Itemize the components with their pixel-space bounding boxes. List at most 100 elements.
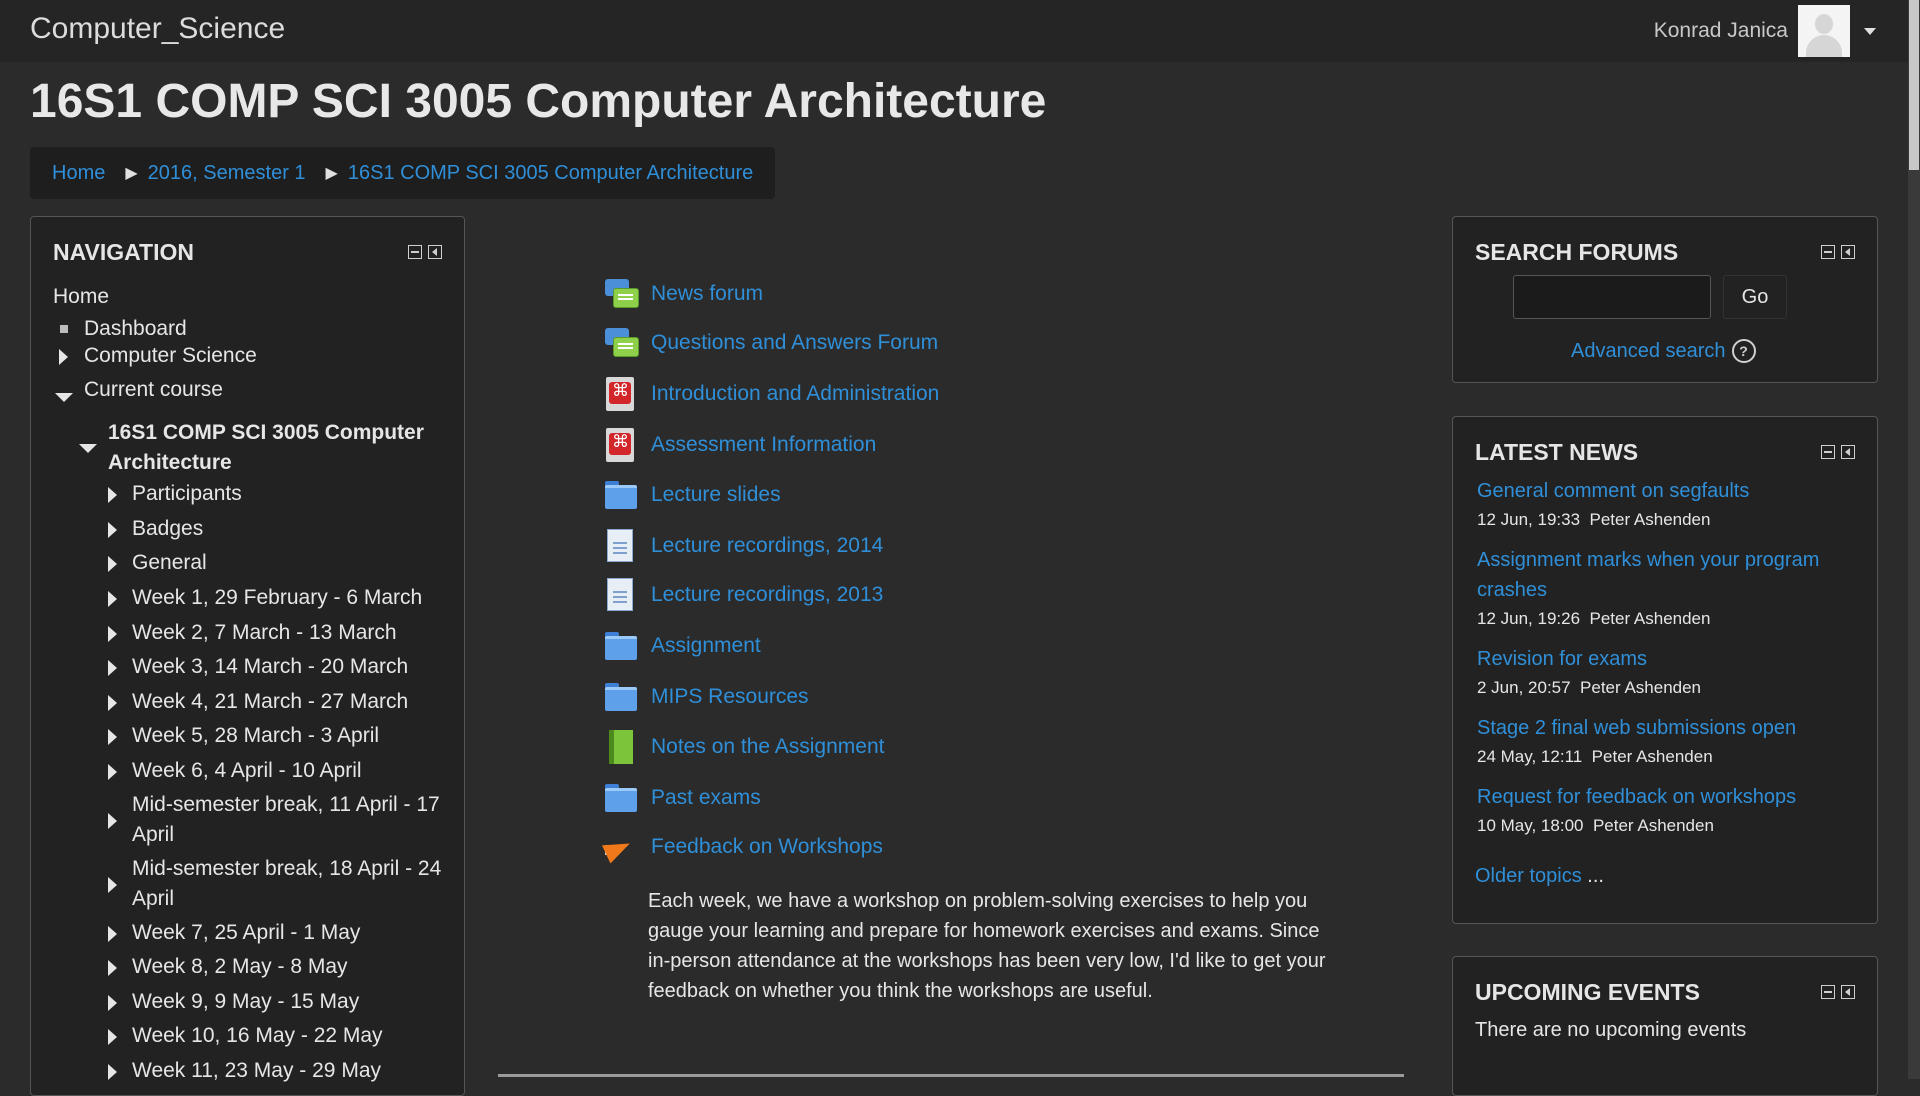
page-title: 16S1 COMP SCI 3005 Computer Architecture (30, 75, 1047, 128)
nav-item-computer-science[interactable]: Computer Science (84, 341, 257, 371)
nav-item-badges[interactable]: Badges (132, 514, 203, 544)
user-name[interactable]: Konrad Janica (1654, 19, 1788, 43)
minimize-icon[interactable] (408, 245, 422, 259)
expand-arrow-icon[interactable] (108, 960, 117, 976)
nav-item-break[interactable]: Mid-semester break, 11 April - 17 April (132, 790, 452, 850)
help-icon[interactable]: ? (1731, 339, 1756, 363)
expand-arrow-icon[interactable] (59, 349, 68, 365)
activity-link[interactable]: Lecture recordings, 2013 (651, 583, 883, 607)
page-scrollbar[interactable] (1908, 0, 1920, 1079)
avatar-body-shape (1806, 35, 1842, 57)
chevron-down-icon[interactable] (1864, 27, 1876, 35)
expand-arrow-icon[interactable] (108, 995, 117, 1011)
minimize-icon[interactable] (1821, 985, 1835, 999)
activity-link[interactable]: Questions and Answers Forum (651, 331, 938, 355)
activity-link[interactable]: Assignment (651, 634, 761, 658)
activity-news-forum[interactable]: News forum (603, 274, 763, 314)
news-title-link[interactable]: Assignment marks when your program crash… (1477, 549, 1819, 601)
expand-arrow-icon[interactable] (108, 522, 117, 538)
breadcrumb-course[interactable]: 16S1 COMP SCI 3005 Computer Architecture (348, 162, 753, 185)
activity-mips-resources[interactable]: MIPS Resources (603, 677, 809, 717)
dock-icon[interactable] (1841, 445, 1855, 459)
activity-link[interactable]: Assessment Information (651, 433, 876, 457)
nav-item-dashboard[interactable]: Dashboard (84, 314, 187, 344)
go-button[interactable]: Go (1723, 275, 1787, 319)
news-title-link[interactable]: Stage 2 final web submissions open (1477, 717, 1796, 739)
nav-item-week[interactable]: Week 10, 16 May - 22 May (132, 1021, 383, 1051)
news-author: Peter Ashenden (1580, 678, 1702, 697)
activity-lecture-slides[interactable]: Lecture slides (603, 475, 781, 515)
activity-recordings-2013[interactable]: Lecture recordings, 2013 (603, 575, 883, 615)
scrollbar-thumb[interactable] (1909, 0, 1919, 170)
older-topics-link[interactable]: Older topics (1475, 865, 1582, 887)
expand-arrow-icon[interactable] (108, 813, 117, 829)
breadcrumb-semester[interactable]: 2016, Semester 1 (148, 162, 306, 185)
activity-link[interactable]: Lecture slides (651, 483, 781, 507)
dock-icon[interactable] (1841, 985, 1855, 999)
activity-recordings-2014[interactable]: Lecture recordings, 2014 (603, 526, 883, 566)
dock-icon[interactable] (1841, 245, 1855, 259)
bullet-icon (60, 325, 68, 333)
nav-item-week[interactable]: Week 2, 7 March - 13 March (132, 618, 397, 648)
news-item: Stage 2 final web submissions open 24 Ma… (1477, 713, 1862, 767)
collapse-arrow-icon[interactable] (79, 444, 97, 453)
activity-link[interactable]: Feedback on Workshops (651, 835, 883, 859)
activity-intro-admin[interactable]: Introduction and Administration (603, 374, 939, 414)
nav-item-week[interactable]: Week 5, 28 March - 3 April (132, 721, 379, 751)
search-forums-input[interactable] (1513, 275, 1711, 319)
news-date: 10 May, 18:00 (1477, 816, 1584, 835)
minimize-icon[interactable] (1821, 445, 1835, 459)
expand-arrow-icon[interactable] (108, 695, 117, 711)
breadcrumb: Home ▶ 2016, Semester 1 ▶ 16S1 COMP SCI … (30, 147, 776, 199)
nav-item-home[interactable]: Home (53, 282, 109, 312)
activity-past-exams[interactable]: Past exams (603, 778, 761, 818)
nav-item-week[interactable]: Week 8, 2 May - 8 May (132, 952, 348, 982)
nav-item-week[interactable]: Week 1, 29 February - 6 March (132, 583, 422, 613)
older-topics: Older topics ... (1475, 865, 1604, 888)
activity-qa-forum[interactable]: Questions and Answers Forum (603, 323, 938, 363)
nav-item-week[interactable]: Week 6, 4 April - 10 April (132, 756, 362, 786)
expand-arrow-icon[interactable] (108, 764, 117, 780)
activity-link[interactable]: News forum (651, 282, 763, 306)
expand-arrow-icon[interactable] (108, 487, 117, 503)
expand-arrow-icon[interactable] (108, 591, 117, 607)
minimize-icon[interactable] (1821, 245, 1835, 259)
expand-arrow-icon[interactable] (108, 729, 117, 745)
nav-item-current-course[interactable]: Current course (84, 375, 223, 405)
dock-icon[interactable] (428, 245, 442, 259)
activity-link[interactable]: Past exams (651, 786, 761, 810)
site-brand-link[interactable]: Computer_Science (30, 12, 285, 46)
activity-link[interactable]: Introduction and Administration (651, 382, 939, 406)
news-title-link[interactable]: Revision for exams (1477, 648, 1647, 670)
collapse-arrow-icon[interactable] (55, 393, 73, 402)
expand-arrow-icon[interactable] (108, 877, 117, 893)
expand-arrow-icon[interactable] (108, 1029, 117, 1045)
user-menu[interactable]: Konrad Janica (1654, 4, 1876, 58)
activity-link[interactable]: Notes on the Assignment (651, 735, 884, 759)
nav-item-week[interactable]: Week 4, 21 March - 27 March (132, 687, 408, 717)
news-title-link[interactable]: Request for feedback on workshops (1477, 786, 1796, 808)
expand-arrow-icon[interactable] (108, 556, 117, 572)
advanced-search-link[interactable]: Advanced search (1571, 340, 1726, 363)
activity-link[interactable]: Lecture recordings, 2014 (651, 534, 883, 558)
nav-item-week[interactable]: Week 3, 14 March - 20 March (132, 652, 408, 682)
news-title-link[interactable]: General comment on segfaults (1477, 480, 1749, 502)
nav-item-general[interactable]: General (132, 548, 207, 578)
breadcrumb-home[interactable]: Home (52, 162, 105, 185)
nav-item-course[interactable]: 16S1 COMP SCI 3005 Computer Architecture (108, 418, 448, 478)
nav-item-participants[interactable]: Participants (132, 479, 242, 509)
nav-item-week[interactable]: Week 11, 23 May - 29 May (132, 1056, 381, 1086)
expand-arrow-icon[interactable] (108, 626, 117, 642)
activity-assignment-notes[interactable]: Notes on the Assignment (603, 727, 884, 767)
nav-item-break[interactable]: Mid-semester break, 18 April - 24 April (132, 854, 452, 914)
user-avatar[interactable] (1798, 5, 1850, 57)
expand-arrow-icon[interactable] (108, 1064, 117, 1080)
expand-arrow-icon[interactable] (108, 926, 117, 942)
nav-item-week[interactable]: Week 7, 25 April - 1 May (132, 918, 360, 948)
activity-link[interactable]: MIPS Resources (651, 685, 809, 709)
activity-workshop-feedback[interactable]: Feedback on Workshops (601, 827, 883, 867)
activity-assessment-info[interactable]: Assessment Information (603, 425, 876, 465)
activity-assignment[interactable]: Assignment (603, 626, 761, 666)
nav-item-week[interactable]: Week 9, 9 May - 15 May (132, 987, 359, 1017)
expand-arrow-icon[interactable] (108, 660, 117, 676)
